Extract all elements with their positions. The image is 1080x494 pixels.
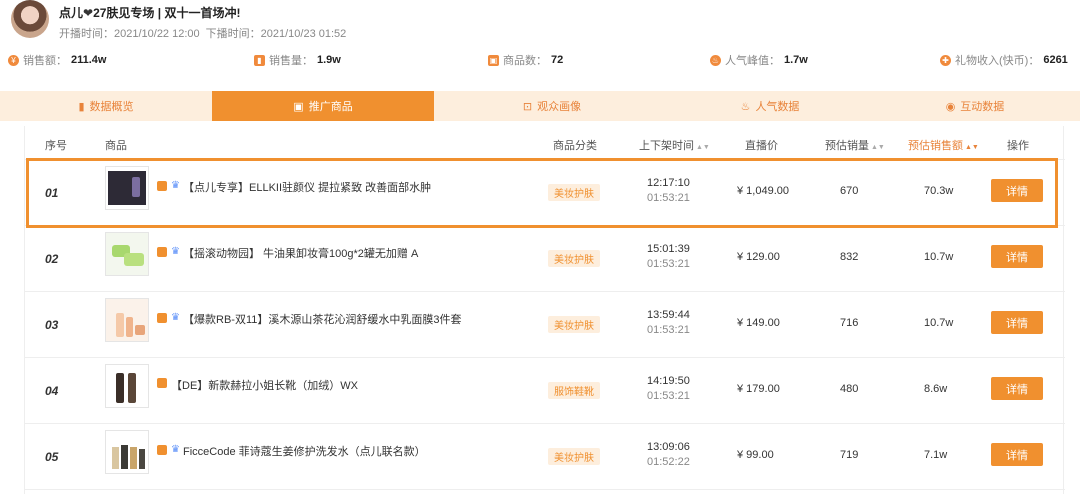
col-price: 直播价 [745,140,778,152]
orange-tag-icon [157,378,167,388]
est-sales: 480 [840,383,859,395]
product-thumbnail[interactable] [105,232,149,276]
blue-tag-icon: ♛ [171,312,180,323]
blue-tag-icon: ♛ [171,444,180,455]
live-title-text: 27肤见专场 | 双十一首场冲! [93,6,241,20]
stat-gift-income: ✚ 礼物收入(快币)： 6261 [940,52,1068,68]
scan-face-icon: ⊡ [522,100,533,113]
est-sales: 719 [840,449,859,461]
bar-chart-icon: ▮ [78,100,85,113]
row-no: 02 [45,252,59,266]
row-no: 05 [45,450,59,464]
live-price: ¥ 129.00 [737,251,780,263]
tab-bar: ▮ 数据概览 ▣ 推广商品 ⊡ 观众画像 ♨ 人气数据 ◉ 互动数据 [0,91,1080,121]
end-time: 2021/10/23 01:52 [260,28,347,40]
live-price: ¥ 179.00 [737,383,780,395]
category-badge: 美妆护肤 [548,250,600,267]
product-thumbnail[interactable] [105,430,149,474]
tab-popularity-data[interactable]: ♨ 人气数据 [670,91,870,121]
down-time: 01:52:22 [647,456,690,468]
product-name[interactable]: 【DE】新款赫拉小姐长靴（加绒）WX [171,377,358,393]
col-product: 商品 [105,140,127,152]
est-amount: 7.1w [924,449,948,461]
end-label: 下播时间： [205,28,261,40]
detail-button[interactable]: 详情 [991,311,1043,334]
col-category: 商品分类 [553,140,597,152]
streamer-avatar[interactable] [11,0,49,38]
category-badge: 美妆护肤 [548,316,600,333]
sort-icon: ▲▼ [965,144,979,151]
tab-promoted-products[interactable]: ▣ 推广商品 [212,91,434,121]
blue-tag-icon: ♛ [171,246,180,257]
bar-chart-icon: ▮ [254,54,265,66]
stat-sales-amount: ¥ 销售额： 211.4w [8,52,106,68]
category-badge: 美妆护肤 [548,448,600,465]
up-time: 13:09:06 [647,441,690,453]
streamer-name: 点儿 [59,6,84,20]
table-row: 04 【DE】新款赫拉小姐长靴（加绒）WX 服饰鞋靴 14:19:50 01:5… [25,358,1065,424]
live-times: 开播时间：2021/10/22 12:00 下播时间：2021/10/23 01:… [59,25,352,41]
down-time: 01:53:21 [647,258,690,270]
tab-interaction-data[interactable]: ◉ 互动数据 [870,91,1080,121]
est-amount: 10.7w [924,251,954,263]
product-thumbnail[interactable] [105,364,149,408]
sort-icon: ▲▼ [696,144,710,151]
live-title: 点儿❤27肤见专场 | 双十一首场冲! [59,4,240,21]
coin-icon: ¥ [8,54,19,66]
col-time[interactable]: 上下架时间 ▲▼ [639,137,710,153]
up-time: 15:01:39 [647,243,690,255]
down-time: 01:53:21 [647,324,690,336]
orange-tag-icon [157,312,167,323]
stat-peak-popularity: ♨ 人气峰值： 1.7w [710,54,808,67]
category-badge: 服饰鞋靴 [548,382,600,399]
product-name[interactable]: 【爆款RB-双11】溪木源山茶花沁润舒缓水中乳面膜3件套 [183,311,461,327]
detail-button[interactable]: 详情 [991,443,1043,466]
est-amount: 10.7w [924,317,954,329]
table-row: 02 ♛ 【摇滚动物园】 牛油果卸妆膏100g*2罐无加赠 A 美妆护肤 15:… [25,226,1065,292]
live-header: 点儿❤27肤见专场 | 双十一首场冲! 开播时间：2021/10/22 12:0… [0,0,1080,86]
gift-icon: ✚ [940,54,951,66]
product-name[interactable]: 【摇滚动物园】 牛油果卸妆膏100g*2罐无加赠 A [183,245,418,261]
fire-icon: ♨ [740,100,751,113]
col-no: 序号 [45,140,67,152]
row-no: 04 [45,384,59,398]
detail-button[interactable]: 详情 [991,245,1043,268]
up-time: 13:59:44 [647,309,690,321]
est-sales: 832 [840,251,859,263]
stats-bar: ¥ 销售额： 211.4w ▮ 销售量： 1.9w ▣ 商品数： 72 ♨ 人气峰值：… [0,52,1080,68]
chat-icon: ◉ [945,100,956,113]
est-amount: 8.6w [924,383,948,395]
table-header: 序号 商品 商品分类 上下架时间 ▲▼ 直播价 预估销量 ▲▼ 预估销售额 ▲▼ 操作 [25,126,1065,160]
table-row: 03 ♛ 【爆款RB-双11】溪木源山茶花沁润舒缓水中乳面膜3件套 美妆护肤 1… [25,292,1065,358]
col-sales[interactable]: 预估销量 ▲▼ [825,137,885,153]
orange-tag-icon [157,246,167,257]
col-action: 操作 [1007,140,1029,152]
fire-icon: ♨ [710,54,721,66]
start-label: 开播时间： [59,28,114,40]
product-name[interactable]: FicceCode 菲诗蔻生姜修护洗发水（点儿联名款） [183,443,426,459]
orange-tag-icon [157,444,167,455]
up-time: 14:19:50 [647,375,690,387]
bag-icon: ▣ [488,54,499,66]
sort-icon: ▲▼ [871,144,885,151]
highlight-frame [26,158,1058,228]
detail-button[interactable]: 详情 [991,377,1043,400]
tab-audience-profile[interactable]: ⊡ 观众画像 [434,91,670,121]
col-amount[interactable]: 预估销售额 ▲▼ [908,137,979,153]
stat-product-count: ▣ 商品数： 72 [488,54,564,67]
bag-icon: ▣ [293,100,304,113]
tab-data-overview[interactable]: ▮ 数据概览 [0,91,212,121]
heart-icon: ❤ [83,6,94,20]
product-thumbnail[interactable] [105,298,149,342]
est-sales: 716 [840,317,859,329]
table-row: 05 ♛ FicceCode 菲诗蔻生姜修护洗发水（点儿联名款） 美妆护肤 13… [25,424,1065,490]
live-price: ¥ 99.00 [737,449,774,461]
stat-sales-volume: ▮ 销售量： 1.9w [254,52,341,68]
down-time: 01:53:21 [647,390,690,402]
live-price: ¥ 149.00 [737,317,780,329]
start-time: 2021/10/22 12:00 [114,28,200,40]
row-no: 03 [45,318,59,332]
